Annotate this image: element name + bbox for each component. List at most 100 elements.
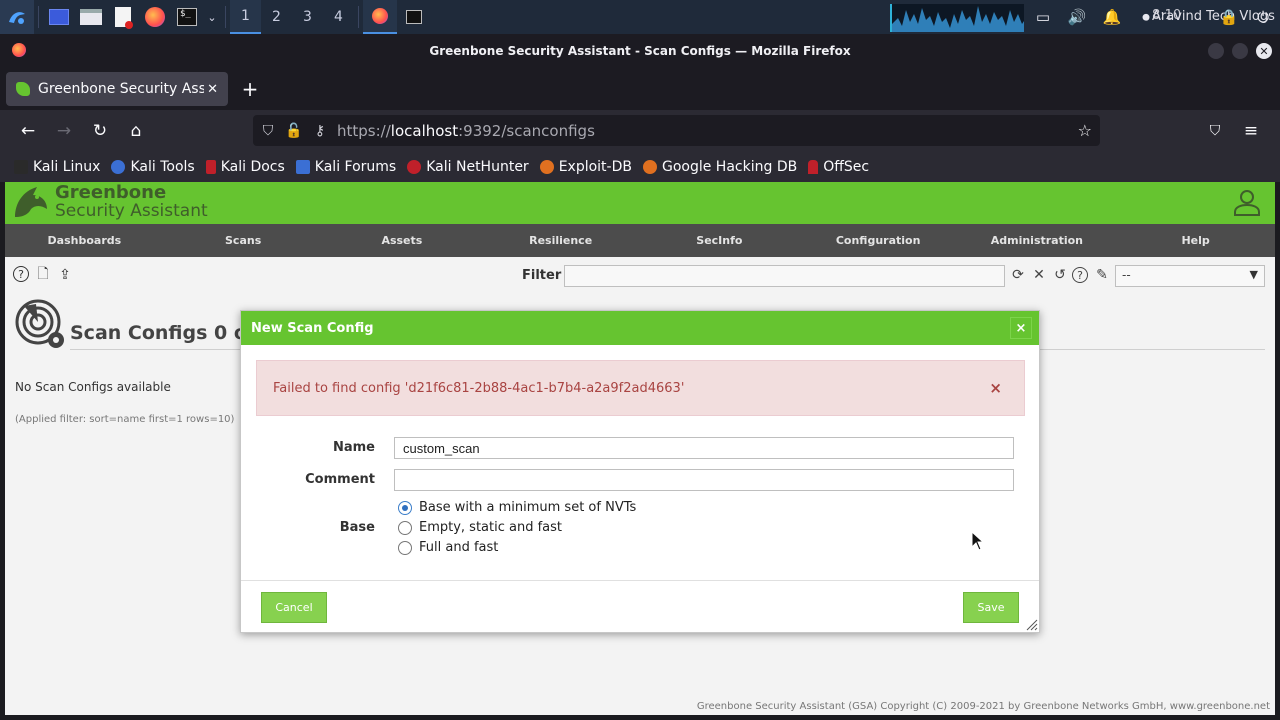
menu-configuration[interactable]: Configuration [799,224,958,257]
kali-linux-icon [14,160,28,174]
insecure-lock-icon[interactable]: 🔓 [281,123,307,139]
radio-unselected[interactable] [398,520,412,535]
navigation-toolbar: ← → ↻ ⌂ ⛉ 🔓 ⚷ https://localhost:9392/sca… [0,110,1280,152]
filter-select[interactable]: -- ▼ [1115,265,1265,287]
terminal-task-icon[interactable] [397,0,431,34]
workspace-3-button[interactable]: 3 [292,0,323,34]
bookmark-star-icon[interactable]: ☆ [1078,121,1092,140]
workspace-1-button[interactable]: 1 [230,0,261,34]
file-manager-icon[interactable] [75,0,107,34]
workspace-2-button[interactable]: 2 [261,0,292,34]
base-option-empty[interactable]: Empty, static and fast [398,520,562,535]
scan-config-icon [15,299,64,348]
window-title: Greenbone Security Assistant - Scan Conf… [429,44,851,58]
tracking-shield-icon[interactable]: ⛉ [255,123,281,139]
radio-selected[interactable] [398,500,412,515]
notifications-icon[interactable]: 🔔 [1097,0,1127,34]
menu-dashboards[interactable]: Dashboards [5,224,164,257]
page-toolbar: ? 🗋 ⇪ Filter ⟳ ✕ ↺ ? ✎ -- ▼ [5,257,1275,297]
firefox-launcher-icon[interactable] [139,0,171,34]
terminal-launcher-icon[interactable]: $_ [171,0,203,34]
menu-scans[interactable]: Scans [164,224,323,257]
name-field[interactable] [394,437,1014,459]
bookmark-kali-nethunter[interactable]: Kali NetHunter [407,159,529,175]
user-icon[interactable] [1233,188,1261,216]
comment-label: Comment [305,472,375,487]
kali-docs-icon [205,160,216,174]
volume-icon[interactable]: 🔊 [1062,0,1092,34]
bookmark-kali-docs[interactable]: Kali Docs [205,159,285,175]
power-icon[interactable]: ⏻ [1248,0,1278,34]
error-close-icon[interactable]: × [989,379,1002,397]
screen-icon[interactable]: ▭ [1028,0,1058,34]
kali-forums-icon [295,160,310,174]
dialog-header[interactable]: New Scan Config × [241,311,1039,345]
menu-resilience[interactable]: Resilience [481,224,640,257]
bookmark-exploit-db[interactable]: Exploit-DB [539,159,632,175]
reload-button[interactable]: ↻ [86,118,114,144]
tab-greenbone[interactable]: Greenbone Security Assistant ✕ [6,72,228,106]
app-menu-icon[interactable]: ≡ [1237,118,1265,144]
dialog-close-button[interactable]: × [1010,317,1032,339]
text-editor-icon[interactable] [107,0,139,34]
cpu-graph [890,4,1024,32]
filter-help-icon[interactable]: ? [1072,267,1088,283]
reset-filter-icon[interactable]: ↺ [1051,266,1069,284]
dialog-footer-divider [241,580,1039,581]
kali-menu-icon[interactable] [0,0,34,34]
clear-filter-icon[interactable]: ✕ [1030,266,1048,284]
save-button[interactable]: Save [963,592,1019,623]
workspace-4-button[interactable]: 4 [323,0,354,34]
page-footer: Greenbone Security Assistant (GSA) Copyr… [696,701,1270,712]
launcher-dropdown-icon[interactable]: ⌄ [203,0,221,34]
base-label: Base [339,520,375,535]
home-button[interactable]: ⌂ [122,118,150,144]
gsa-logo-text[interactable]: Greenbone Security Assistant [55,184,208,221]
error-message: Failed to find config 'd21f6c81-2b88-4ac… [273,380,685,396]
back-button[interactable]: ← [14,118,42,144]
base-option-minimum[interactable]: Base with a minimum set of NVTs [398,500,636,515]
kali-nethunter-icon [407,160,422,174]
exploit-db-icon [539,160,554,174]
filter-input[interactable] [564,265,1005,287]
comment-field[interactable] [394,469,1014,491]
url-text[interactable]: https://localhost:9392/scanconfigs [337,122,595,140]
help-icon[interactable]: ? [13,266,29,282]
bookmark-kali-linux[interactable]: Kali Linux [14,159,100,175]
firefox-task-icon[interactable] [363,0,397,34]
bookmark-kali-forums[interactable]: Kali Forums [295,159,396,175]
tab-close-icon[interactable]: ✕ [207,82,218,97]
new-tab-button[interactable]: + [240,76,260,102]
maximize-window-button[interactable] [1232,43,1248,59]
base-option-label: Full and fast [419,540,499,555]
url-bar[interactable]: ⛉ 🔓 ⚷ https://localhost:9392/scanconfigs… [253,115,1100,146]
bookmark-offsec[interactable]: OffSec [808,159,869,175]
firefox-window-icon [12,43,26,57]
bookmark-google-hacking-db[interactable]: Google Hacking DB [642,159,797,175]
pocket-icon[interactable]: ⛉ [1201,118,1229,144]
menu-secinfo[interactable]: SecInfo [640,224,799,257]
minimize-window-button[interactable] [1208,43,1224,59]
logo-line-2: Security Assistant [55,201,208,221]
radio-unselected[interactable] [398,540,412,555]
base-option-full-and-fast[interactable]: Full and fast [398,540,498,555]
import-icon[interactable]: ⇪ [56,266,74,284]
gsa-header: Greenbone Security Assistant [5,182,1275,224]
cancel-button[interactable]: Cancel [261,592,327,623]
edit-filter-icon[interactable]: ✎ [1093,266,1111,284]
menu-administration[interactable]: Administration [958,224,1117,257]
show-desktop-icon[interactable] [43,0,75,34]
forward-button[interactable]: → [50,118,78,144]
window-titlebar: Greenbone Security Assistant - Scan Conf… [0,34,1280,68]
menu-assets[interactable]: Assets [323,224,482,257]
refresh-filter-icon[interactable]: ⟳ [1009,266,1027,284]
greenbone-logo-icon[interactable] [11,183,51,223]
resize-grip-icon[interactable] [1024,617,1038,631]
bookmark-kali-tools[interactable]: Kali Tools [111,159,195,175]
close-window-button[interactable]: ✕ [1256,43,1272,59]
key-icon[interactable]: ⚷ [307,123,333,139]
new-scan-config-icon[interactable]: 🗋 [34,266,52,284]
base-option-label: Empty, static and fast [419,520,563,535]
lock-icon[interactable]: 🔒 [1214,0,1244,34]
menu-help[interactable]: Help [1116,224,1275,257]
